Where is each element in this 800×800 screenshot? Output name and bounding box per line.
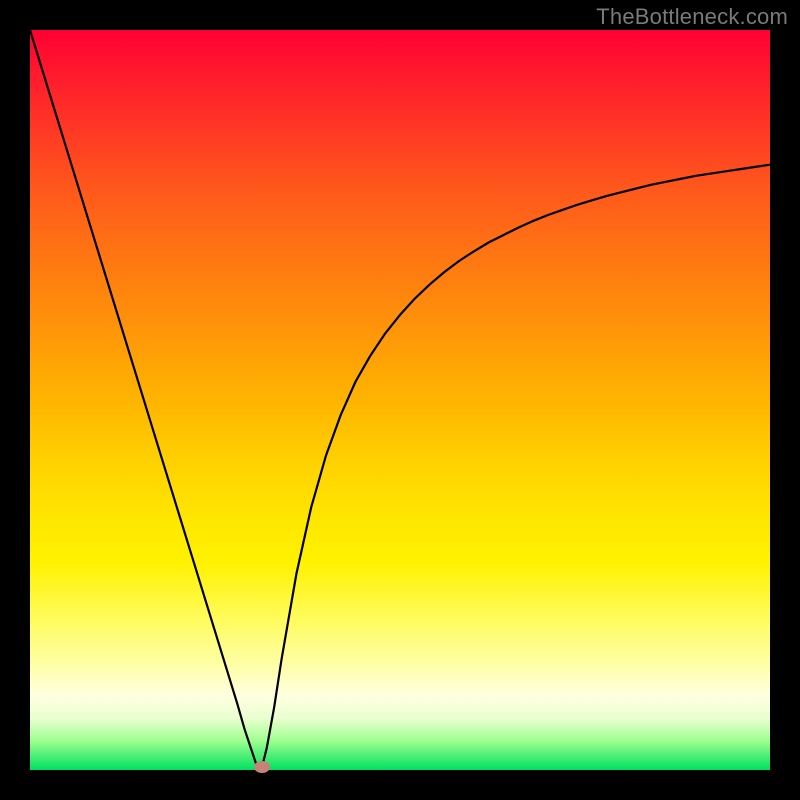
plot-area bbox=[30, 30, 770, 770]
chart-frame: TheBottleneck.com bbox=[0, 0, 800, 800]
watermark-text: TheBottleneck.com bbox=[596, 4, 788, 30]
bottleneck-curve bbox=[30, 30, 770, 770]
optimum-marker bbox=[254, 761, 270, 773]
